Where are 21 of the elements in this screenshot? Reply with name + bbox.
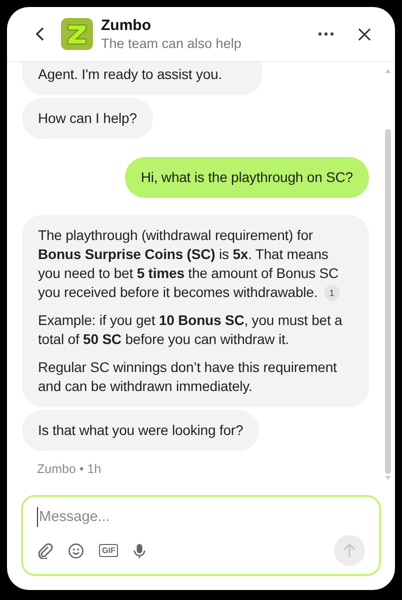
agent-subtitle: The team can also help [101,34,242,52]
agent-name: Zumbo [101,16,151,34]
arrow-up-icon [343,543,356,558]
message-composer[interactable]: Message... GIF [21,495,381,576]
gif-button[interactable]: GIF [99,544,118,557]
message-text: Regular SC winnings don’t have this requirement and can be withdrawn immediately. [38,358,338,396]
attachment-icon[interactable] [37,542,53,558]
message-text: The playthrough (withdrawal requirement) for Bonus Surprise Coins (SC) is 5x. That means you need to bet 5 times the amount of Bonus SC you received before it becomes withdrawable. 1 [38,226,341,302]
microphone-icon[interactable] [133,542,146,558]
citation-badge[interactable]: 1 [324,285,340,301]
back-icon[interactable] [35,26,45,42]
message-meta: Zumbo • 1h [37,462,102,476]
logo-icon [61,18,93,50]
close-icon[interactable] [358,28,371,40]
more-icon[interactable] [318,32,334,36]
message-text: Agent. I'm ready to assist you. [38,65,222,84]
message-text: How can I help? [38,109,137,128]
message-text: Example: if you get 10 Bonus SC, you must bet a total of 50 SC before you can withdraw it. [38,311,344,349]
message-text: Hi, what is the playthrough on SC? [140,168,353,187]
emoji-icon[interactable] [68,542,84,558]
message-text: Is that what you were looking for? [38,421,244,440]
